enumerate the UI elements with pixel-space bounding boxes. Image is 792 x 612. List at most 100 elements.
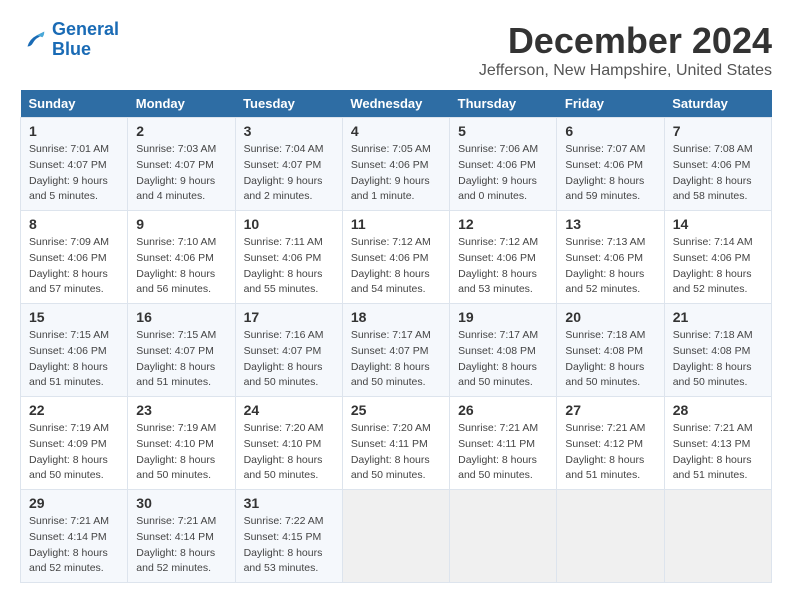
day-info: Sunrise: 7:10 AM Sunset: 4:06 PM Dayligh… — [136, 235, 226, 298]
day-number: 1 — [29, 123, 119, 139]
day-info: Sunrise: 7:21 AM Sunset: 4:14 PM Dayligh… — [29, 514, 119, 577]
calendar-cell: 2 Sunrise: 7:03 AM Sunset: 4:07 PM Daylig… — [128, 118, 235, 211]
day-number: 10 — [244, 216, 334, 232]
col-header-monday: Monday — [128, 90, 235, 118]
col-header-saturday: Saturday — [664, 90, 771, 118]
col-header-friday: Friday — [557, 90, 664, 118]
day-number: 9 — [136, 216, 226, 232]
calendar-cell: 8 Sunrise: 7:09 AM Sunset: 4:06 PM Daylig… — [21, 211, 128, 304]
day-info: Sunrise: 7:08 AM Sunset: 4:06 PM Dayligh… — [673, 142, 763, 205]
day-info: Sunrise: 7:14 AM Sunset: 4:06 PM Dayligh… — [673, 235, 763, 298]
calendar-cell: 12Sunrise: 7:12 AM Sunset: 4:06 PM Dayli… — [450, 211, 557, 304]
day-info: Sunrise: 7:21 AM Sunset: 4:14 PM Dayligh… — [136, 514, 226, 577]
calendar-cell — [342, 490, 449, 583]
location-title: Jefferson, New Hampshire, United States — [479, 62, 772, 80]
calendar-cell: 7 Sunrise: 7:08 AM Sunset: 4:06 PM Daylig… — [664, 118, 771, 211]
calendar-cell: 10 Sunrise: 7:11 AM Sunset: 4:06 PM Dayli… — [235, 211, 342, 304]
day-number: 27 — [565, 402, 655, 418]
calendar-cell: 21 Sunrise: 7:18 AM Sunset: 4:08 PM Dayli… — [664, 304, 771, 397]
calendar-cell: 19 Sunrise: 7:17 AM Sunset: 4:08 PM Dayli… — [450, 304, 557, 397]
day-number: 19 — [458, 309, 548, 325]
day-info: Sunrise: 7:03 AM Sunset: 4:07 PM Dayligh… — [136, 142, 226, 205]
day-info: Sunrise: 7:22 AM Sunset: 4:15 PM Dayligh… — [244, 514, 334, 577]
day-info: Sunrise: 7:21 AM Sunset: 4:12 PM Dayligh… — [565, 421, 655, 484]
calendar-cell: 20 Sunrise: 7:18 AM Sunset: 4:08 PM Dayli… — [557, 304, 664, 397]
day-number: 3 — [244, 123, 334, 139]
calendar-cell: 30 Sunrise: 7:21 AM Sunset: 4:14 PM Dayli… — [128, 490, 235, 583]
day-number: 6 — [565, 123, 655, 139]
day-info: Sunrise: 7:12 AM Sunset: 4:06 PM Dayligh… — [351, 235, 441, 298]
day-info: Sunrise: 7:05 AM Sunset: 4:06 PM Dayligh… — [351, 142, 441, 205]
day-info: Sunrise: 7:19 AM Sunset: 4:09 PM Dayligh… — [29, 421, 119, 484]
calendar-table: SundayMondayTuesdayWednesdayThursdayFrid… — [20, 90, 772, 583]
calendar-cell: 31Sunrise: 7:22 AM Sunset: 4:15 PM Dayli… — [235, 490, 342, 583]
calendar-cell: 26 Sunrise: 7:21 AM Sunset: 4:11 PM Dayli… — [450, 397, 557, 490]
header: General Blue December 2024 Jefferson, Ne… — [20, 20, 772, 80]
day-number: 16 — [136, 309, 226, 325]
calendar-cell: 27 Sunrise: 7:21 AM Sunset: 4:12 PM Dayli… — [557, 397, 664, 490]
calendar-cell: 28Sunrise: 7:21 AM Sunset: 4:13 PM Dayli… — [664, 397, 771, 490]
day-info: Sunrise: 7:20 AM Sunset: 4:11 PM Dayligh… — [351, 421, 441, 484]
day-info: Sunrise: 7:15 AM Sunset: 4:06 PM Dayligh… — [29, 328, 119, 391]
calendar-cell: 9 Sunrise: 7:10 AM Sunset: 4:06 PM Daylig… — [128, 211, 235, 304]
logo: General Blue — [20, 20, 119, 60]
day-number: 20 — [565, 309, 655, 325]
day-info: Sunrise: 7:01 AM Sunset: 4:07 PM Dayligh… — [29, 142, 119, 205]
day-number: 12 — [458, 216, 548, 232]
col-header-wednesday: Wednesday — [342, 90, 449, 118]
calendar-cell: 16 Sunrise: 7:15 AM Sunset: 4:07 PM Dayli… — [128, 304, 235, 397]
day-number: 7 — [673, 123, 763, 139]
day-number: 4 — [351, 123, 441, 139]
calendar-cell: 23Sunrise: 7:19 AM Sunset: 4:10 PM Dayli… — [128, 397, 235, 490]
calendar-cell: 14 Sunrise: 7:14 AM Sunset: 4:06 PM Dayli… — [664, 211, 771, 304]
month-title: December 2024 — [479, 20, 772, 62]
day-info: Sunrise: 7:21 AM Sunset: 4:11 PM Dayligh… — [458, 421, 548, 484]
title-block: December 2024 Jefferson, New Hampshire, … — [479, 20, 772, 80]
calendar-cell — [664, 490, 771, 583]
day-info: Sunrise: 7:13 AM Sunset: 4:06 PM Dayligh… — [565, 235, 655, 298]
day-info: Sunrise: 7:15 AM Sunset: 4:07 PM Dayligh… — [136, 328, 226, 391]
calendar-cell: 1 Sunrise: 7:01 AM Sunset: 4:07 PM Daylig… — [21, 118, 128, 211]
calendar-cell: 15Sunrise: 7:15 AM Sunset: 4:06 PM Dayli… — [21, 304, 128, 397]
day-info: Sunrise: 7:09 AM Sunset: 4:06 PM Dayligh… — [29, 235, 119, 298]
calendar-cell: 5Sunrise: 7:06 AM Sunset: 4:06 PM Daylig… — [450, 118, 557, 211]
day-number: 21 — [673, 309, 763, 325]
day-info: Sunrise: 7:04 AM Sunset: 4:07 PM Dayligh… — [244, 142, 334, 205]
day-number: 17 — [244, 309, 334, 325]
calendar-cell — [557, 490, 664, 583]
day-info: Sunrise: 7:18 AM Sunset: 4:08 PM Dayligh… — [673, 328, 763, 391]
calendar-cell: 11 Sunrise: 7:12 AM Sunset: 4:06 PM Dayli… — [342, 211, 449, 304]
day-info: Sunrise: 7:16 AM Sunset: 4:07 PM Dayligh… — [244, 328, 334, 391]
day-number: 5 — [458, 123, 548, 139]
day-info: Sunrise: 7:19 AM Sunset: 4:10 PM Dayligh… — [136, 421, 226, 484]
day-number: 30 — [136, 495, 226, 511]
day-number: 24 — [244, 402, 334, 418]
day-number: 26 — [458, 402, 548, 418]
day-number: 11 — [351, 216, 441, 232]
calendar-cell: 24Sunrise: 7:20 AM Sunset: 4:10 PM Dayli… — [235, 397, 342, 490]
calendar-cell: 29 Sunrise: 7:21 AM Sunset: 4:14 PM Dayli… — [21, 490, 128, 583]
day-number: 8 — [29, 216, 119, 232]
day-info: Sunrise: 7:18 AM Sunset: 4:08 PM Dayligh… — [565, 328, 655, 391]
calendar-cell: 25Sunrise: 7:20 AM Sunset: 4:11 PM Dayli… — [342, 397, 449, 490]
day-number: 14 — [673, 216, 763, 232]
logo-text: General Blue — [52, 20, 119, 60]
calendar-week-row: 29 Sunrise: 7:21 AM Sunset: 4:14 PM Dayli… — [21, 490, 772, 583]
day-info: Sunrise: 7:07 AM Sunset: 4:06 PM Dayligh… — [565, 142, 655, 205]
calendar-week-row: 8 Sunrise: 7:09 AM Sunset: 4:06 PM Daylig… — [21, 211, 772, 304]
day-number: 28 — [673, 402, 763, 418]
day-info: Sunrise: 7:11 AM Sunset: 4:06 PM Dayligh… — [244, 235, 334, 298]
day-info: Sunrise: 7:17 AM Sunset: 4:08 PM Dayligh… — [458, 328, 548, 391]
col-header-sunday: Sunday — [21, 90, 128, 118]
day-number: 2 — [136, 123, 226, 139]
calendar-cell: 13 Sunrise: 7:13 AM Sunset: 4:06 PM Dayli… — [557, 211, 664, 304]
calendar-cell: 6 Sunrise: 7:07 AM Sunset: 4:06 PM Daylig… — [557, 118, 664, 211]
day-number: 13 — [565, 216, 655, 232]
calendar-week-row: 22Sunrise: 7:19 AM Sunset: 4:09 PM Dayli… — [21, 397, 772, 490]
calendar-week-row: 15Sunrise: 7:15 AM Sunset: 4:06 PM Dayli… — [21, 304, 772, 397]
col-header-tuesday: Tuesday — [235, 90, 342, 118]
calendar-cell: 22Sunrise: 7:19 AM Sunset: 4:09 PM Dayli… — [21, 397, 128, 490]
calendar-cell — [450, 490, 557, 583]
day-number: 29 — [29, 495, 119, 511]
calendar-cell: 18Sunrise: 7:17 AM Sunset: 4:07 PM Dayli… — [342, 304, 449, 397]
